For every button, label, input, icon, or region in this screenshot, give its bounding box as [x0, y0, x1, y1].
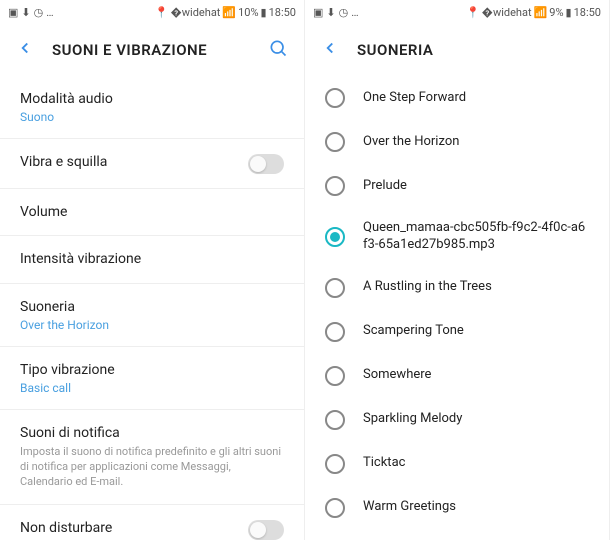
- status-time: 18:50: [269, 6, 296, 19]
- setting-do-not-disturb[interactable]: Non disturbare Disattivate l'audio di tu…: [0, 505, 304, 540]
- setting-vibration-type[interactable]: Tipo vibrazione Basic call: [0, 347, 304, 410]
- ringtone-option[interactable]: Sparkling Melody: [305, 398, 609, 442]
- battery-icon: ▮: [566, 6, 572, 19]
- more-icon: …: [351, 6, 358, 19]
- setting-vibration-intensity[interactable]: Intensità vibrazione: [0, 236, 304, 283]
- battery-percent: 10%: [238, 6, 258, 19]
- status-time: 18:50: [574, 6, 601, 19]
- setting-volume[interactable]: Volume: [0, 189, 304, 236]
- signal-icon: 📶: [222, 6, 236, 19]
- toggle-switch[interactable]: [248, 154, 284, 174]
- radio-icon[interactable]: [325, 366, 345, 386]
- radio-icon[interactable]: [325, 498, 345, 518]
- setting-vibrate-ring[interactable]: Vibra e squilla: [0, 139, 304, 189]
- clock-icon: ◷: [34, 6, 44, 19]
- ringtone-label: Warm Greetings: [363, 499, 456, 516]
- setting-label: Intensità vibrazione: [20, 250, 284, 268]
- download-icon: ⬇: [326, 6, 335, 19]
- page-title: SUONERIA: [357, 41, 593, 59]
- ringtone-option[interactable]: Scampering Tone: [305, 310, 609, 354]
- setting-notification-sounds[interactable]: Suoni di notifica Imposta il suono di no…: [0, 410, 304, 505]
- radio-icon[interactable]: [325, 132, 345, 152]
- download-icon: ⬇: [21, 6, 30, 19]
- ringtone-option[interactable]: Somewhere: [305, 354, 609, 398]
- settings-list[interactable]: Modalità audio Suono Vibra e squilla Vol…: [0, 76, 304, 540]
- back-icon[interactable]: [321, 39, 339, 61]
- setting-ringtone[interactable]: Suoneria Over the Horizon: [0, 284, 304, 347]
- page-title: SUONI E VIBRAZIONE: [52, 41, 250, 59]
- ringtone-option[interactable]: Over the Horizon: [305, 120, 609, 164]
- radio-icon[interactable]: [325, 410, 345, 430]
- ringtone-label: Over the Horizon: [363, 134, 459, 151]
- ringtone-list[interactable]: One Step Forward Over the Horizon Prelude Q…: [305, 76, 609, 540]
- location-icon: 📍: [155, 6, 169, 19]
- radio-icon[interactable]: [325, 176, 345, 196]
- ringtone-option[interactable]: Warm Greetings: [305, 486, 609, 530]
- ringtone-option[interactable]: A Rustling in the Trees: [305, 266, 609, 310]
- image-icon: ▣: [8, 6, 18, 19]
- setting-label: Vibra e squilla: [20, 153, 236, 171]
- radio-icon[interactable]: [325, 454, 345, 474]
- settings-screen-sounds: ▣ ⬇ ◷ … 📍 �widehat 📶 10% ▮ 18:50 SUONI E…: [0, 0, 305, 540]
- setting-value: Basic call: [20, 381, 284, 395]
- ringtone-label: A Rustling in the Trees: [363, 279, 492, 296]
- setting-label: Suoni di notifica: [20, 424, 284, 442]
- header: SUONERIA: [305, 24, 609, 76]
- setting-label: Non disturbare: [20, 519, 236, 537]
- setting-label: Modalità audio: [20, 90, 284, 108]
- battery-percent: 9%: [549, 6, 563, 19]
- location-icon: 📍: [466, 6, 480, 19]
- ringtone-label: Queen_mamaa-cbc505fb-f9c2-4f0c-a6f3-65a1…: [363, 220, 589, 254]
- setting-value: Suono: [20, 110, 284, 124]
- image-icon: ▣: [313, 6, 323, 19]
- ringtone-label: Prelude: [363, 178, 407, 195]
- search-icon[interactable]: [268, 38, 288, 62]
- ringtone-label: Scampering Tone: [363, 323, 464, 340]
- ringtone-option[interactable]: Prelude: [305, 164, 609, 208]
- setting-audio-mode[interactable]: Modalità audio Suono: [0, 76, 304, 139]
- setting-desc: Imposta il suono di notifica predefinito…: [20, 445, 284, 490]
- ringtone-option[interactable]: Ticktac: [305, 442, 609, 486]
- add-from-storage[interactable]: Aggiungi da memoria dispos.: [305, 530, 609, 540]
- ringtone-option[interactable]: One Step Forward: [305, 76, 609, 120]
- setting-label: Volume: [20, 203, 284, 221]
- setting-label: Suoneria: [20, 298, 284, 316]
- clock-icon: ◷: [339, 6, 349, 19]
- signal-icon: 📶: [534, 6, 548, 19]
- radio-icon[interactable]: [325, 88, 345, 108]
- status-bar: ▣ ⬇ ◷ … 📍 �widehat 📶 9% ▮ 18:50: [305, 0, 609, 24]
- battery-icon: ▮: [261, 6, 267, 19]
- wifi-icon: �widehat: [171, 6, 221, 19]
- header: SUONI E VIBRAZIONE: [0, 24, 304, 76]
- ringtone-label: One Step Forward: [363, 90, 466, 107]
- back-icon[interactable]: [16, 39, 34, 61]
- ringtone-label: Ticktac: [363, 455, 405, 472]
- radio-icon[interactable]: [325, 278, 345, 298]
- radio-icon[interactable]: [325, 227, 345, 247]
- setting-value: Over the Horizon: [20, 318, 284, 332]
- toggle-switch[interactable]: [248, 520, 284, 540]
- settings-screen-ringtone: ▣ ⬇ ◷ … 📍 �widehat 📶 9% ▮ 18:50 SUONERIA…: [305, 0, 610, 540]
- status-bar: ▣ ⬇ ◷ … 📍 �widehat 📶 10% ▮ 18:50: [0, 0, 304, 24]
- more-icon: …: [46, 6, 53, 19]
- ringtone-option[interactable]: Queen_mamaa-cbc505fb-f9c2-4f0c-a6f3-65a1…: [305, 208, 609, 266]
- ringtone-label: Sparkling Melody: [363, 411, 462, 428]
- ringtone-label: Somewhere: [363, 367, 431, 384]
- setting-label: Tipo vibrazione: [20, 361, 284, 379]
- wifi-icon: �widehat: [482, 6, 532, 19]
- radio-icon[interactable]: [325, 322, 345, 342]
